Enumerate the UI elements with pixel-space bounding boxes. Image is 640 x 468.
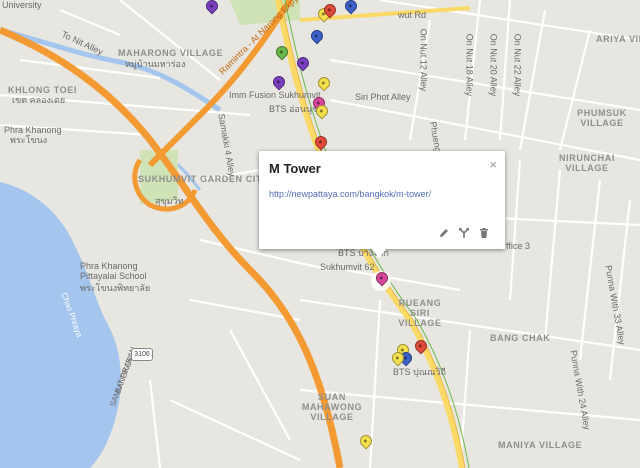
label-bts-punnawithi: BTS ปุณณวิถี	[393, 367, 446, 377]
label-sukhumvit-62: Sukhumvit 62	[320, 262, 375, 272]
label-university: University	[2, 0, 42, 10]
label-phumsuk-village: PHUMSUK VILLAGE	[577, 108, 627, 128]
label-khlong-toei: KHLONG TOEI	[8, 85, 77, 95]
label-bts-on-nut: BTS อ่อนนุช	[269, 104, 319, 114]
label-sukhumvit-thai: สุขุมวิท	[155, 196, 184, 206]
info-window-link[interactable]: http://newpattaya.com/bangkok/m-tower/	[269, 189, 431, 199]
label-rd: wut Rd	[398, 10, 427, 20]
trash-icon[interactable]	[478, 227, 490, 239]
label-maharong-thai: หมู่บ้านมหาร่อง	[125, 59, 186, 69]
label-pittayalai-school: Phra Khanong Pittayalai School	[80, 261, 147, 281]
label-on-nut-12: On Nut 12 Alley	[418, 28, 429, 92]
route-icon[interactable]	[458, 227, 470, 239]
label-rueang-siri-village: RUEANG SIRI VILLAGE	[398, 298, 442, 328]
label-pittayalai-thai: พระโขนงพิทยาลัย	[80, 283, 151, 293]
label-office3: ffice 3	[506, 241, 530, 251]
label-imm-fusion: Imm Fusion Sukhumvit	[229, 90, 321, 100]
label-sukhumvit-garden-city: SUKHUMVIT GARDEN CITY	[138, 174, 269, 184]
label-maniya-village: MANIYA VILLAGE	[498, 440, 583, 450]
label-on-nut-18: On Nut 18 Alley	[464, 33, 475, 97]
info-window: M Tower http://newpattaya.com/bangkok/m-…	[259, 151, 505, 258]
label-maharong-village: MAHARONG VILLAGE	[118, 48, 224, 58]
label-ariya-village: ARIYA VILL	[596, 34, 640, 44]
label-phra-khanong-thai: พระโขนง	[10, 135, 48, 145]
label-phra-khanong: Phra Khanong	[4, 125, 62, 135]
label-on-nut-20: On Nut 20 Alley	[488, 33, 499, 97]
label-khlong-toei-thai: เขต คลองเตย	[12, 95, 66, 105]
pencil-icon[interactable]	[438, 227, 450, 239]
label-bang-chak: BANG CHAK	[490, 333, 551, 343]
road-shield-3106: 3106	[131, 348, 153, 361]
label-nirunchai-village: NIRUNCHAI VILLAGE	[559, 153, 615, 173]
close-icon[interactable]: ×	[489, 157, 497, 172]
label-suan-mahawong-village: SUAN MAHAWONG VILLAGE	[301, 392, 363, 422]
label-siri-phot-alley: Siri Phot Alley	[355, 92, 411, 102]
info-window-title: M Tower	[269, 161, 321, 176]
label-on-nut-22: On Nut 22 Alley	[512, 33, 523, 97]
